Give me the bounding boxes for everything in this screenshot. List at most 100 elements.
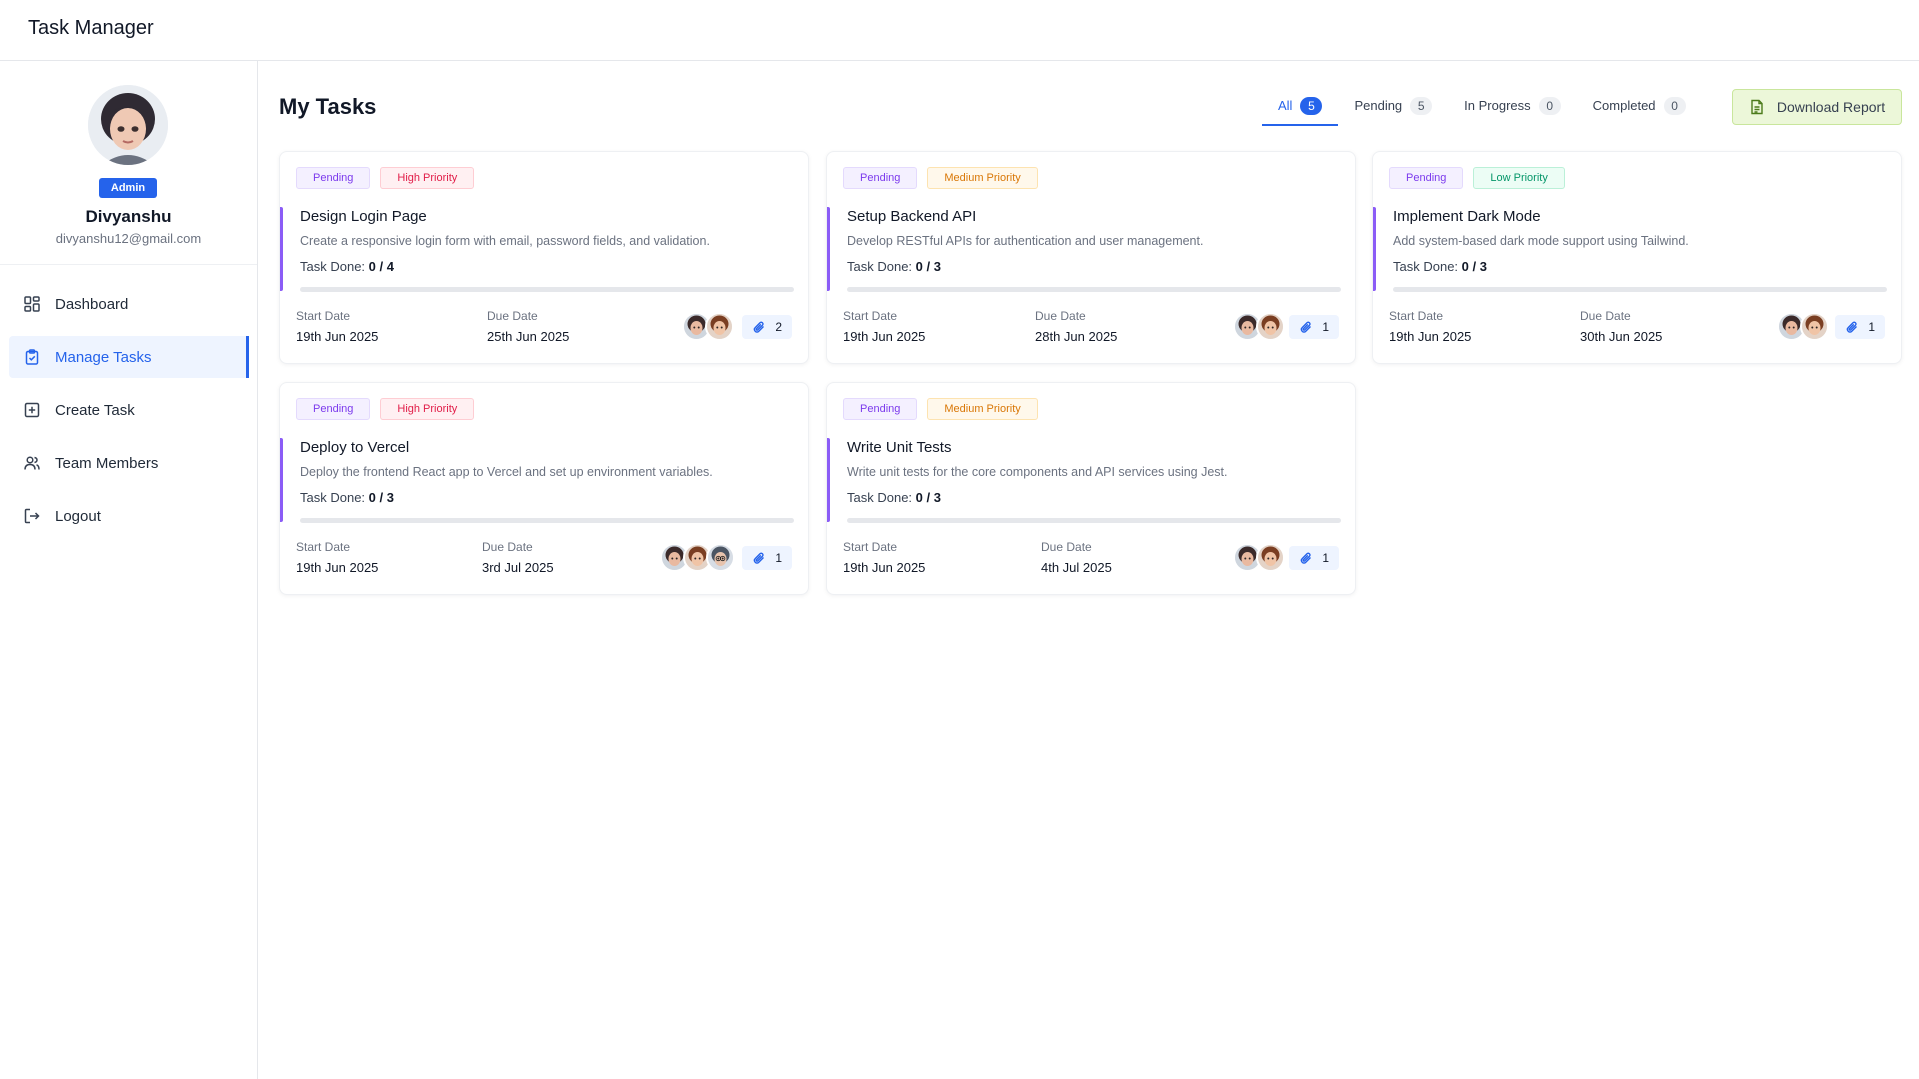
card-accent-bar (827, 207, 830, 291)
paperclip-icon (1845, 320, 1859, 334)
start-date-label: Start Date (296, 309, 351, 323)
user-email: divyanshu12@gmail.com (55, 231, 202, 246)
top-bar: Task Manager (0, 0, 1919, 61)
assignee-avatar[interactable] (705, 312, 734, 341)
start-date: 19th Jun 2025 (1389, 329, 1472, 344)
attachment-count[interactable]: 1 (1835, 315, 1885, 339)
paperclip-icon (752, 320, 766, 334)
task-card[interactable]: Pending High Priority Design Login Page … (279, 151, 809, 364)
download-report-button[interactable]: Download Report (1732, 89, 1902, 125)
tab-all[interactable]: All 5 (1262, 88, 1339, 126)
tab-pending[interactable]: Pending 5 (1338, 88, 1448, 126)
task-description: Add system-based dark mode support using… (1393, 234, 1689, 248)
attachment-count-value: 1 (1322, 320, 1329, 334)
logout-icon (23, 507, 41, 525)
due-date: 30th Jun 2025 (1580, 329, 1663, 344)
sidebar-item-manage-tasks[interactable]: Manage Tasks (9, 336, 249, 378)
sidebar-item-label: Team Members (55, 454, 159, 472)
assignee-avatars (1233, 543, 1285, 572)
assignee-avatar[interactable] (1256, 312, 1285, 341)
paperclip-icon (752, 551, 766, 565)
start-date: 19th Jun 2025 (296, 560, 379, 575)
tab-label: In Progress (1464, 98, 1531, 113)
task-card[interactable]: Pending Low Priority Implement Dark Mode… (1372, 151, 1902, 364)
sidebar-item-dashboard[interactable]: Dashboard (9, 283, 249, 325)
profile-avatar (88, 85, 168, 165)
assignee-avatars (1777, 312, 1829, 341)
task-description: Write unit tests for the core components… (847, 465, 1228, 479)
sidebar: Admin Divyanshu divyanshu12@gmail.com Da… (0, 61, 258, 1079)
attachment-count-value: 1 (1868, 320, 1875, 334)
attachment-count[interactable]: 1 (1289, 546, 1339, 570)
task-title: Design Login Page (300, 208, 427, 225)
priority-badge: Medium Priority (927, 398, 1038, 420)
task-done: Task Done: 0 / 3 (847, 490, 941, 505)
task-title: Write Unit Tests (847, 439, 952, 456)
task-done-value: 0 / 3 (368, 490, 394, 505)
priority-badge: High Priority (380, 167, 475, 189)
tab-label: Completed (1592, 98, 1656, 113)
file-report-icon (1749, 99, 1765, 115)
priority-badge: Medium Priority (927, 167, 1038, 189)
page-title: My Tasks (279, 94, 377, 119)
attachment-count[interactable]: 1 (742, 546, 792, 570)
users-icon (23, 454, 41, 472)
task-done-value: 0 / 3 (1461, 259, 1487, 274)
start-date: 19th Jun 2025 (843, 560, 926, 575)
sidebar-item-logout[interactable]: Logout (9, 495, 249, 537)
attachment-count[interactable]: 1 (1289, 315, 1339, 339)
sidebar-item-label: Manage Tasks (55, 348, 152, 366)
due-date-label: Due Date (1580, 309, 1631, 323)
assignee-avatars (682, 312, 734, 341)
assignee-avatar[interactable] (1256, 543, 1285, 572)
progress-bar (1393, 287, 1887, 292)
assignee-avatar[interactable] (706, 543, 735, 572)
priority-badge: Low Priority (1473, 167, 1565, 189)
task-done: Task Done: 0 / 3 (1393, 259, 1487, 274)
task-card[interactable]: Pending Medium Priority Setup Backend AP… (826, 151, 1356, 364)
due-date: 25th Jun 2025 (487, 329, 570, 344)
card-accent-bar (827, 438, 830, 522)
task-done-label: Task Done: (300, 259, 366, 274)
sidebar-item-create-task[interactable]: Create Task (9, 389, 249, 431)
paperclip-icon (1299, 320, 1313, 334)
sidebar-item-label: Logout (55, 507, 101, 525)
due-date: 3rd Jul 2025 (482, 560, 554, 575)
task-card[interactable]: Pending High Priority Deploy to Vercel D… (279, 382, 809, 595)
task-done-label: Task Done: (847, 490, 913, 505)
card-accent-bar (280, 207, 283, 291)
attachment-count-value: 1 (775, 551, 782, 565)
due-date-label: Due Date (482, 540, 533, 554)
progress-bar (300, 287, 794, 292)
task-description: Deploy the frontend React app to Vercel … (300, 465, 713, 479)
download-report-label: Download Report (1776, 99, 1886, 115)
task-card[interactable]: Pending Medium Priority Write Unit Tests… (826, 382, 1356, 595)
task-done-label: Task Done: (300, 490, 366, 505)
due-date-label: Due Date (1041, 540, 1092, 554)
card-accent-bar (280, 438, 283, 522)
tab-in-progress[interactable]: In Progress 0 (1448, 88, 1576, 126)
due-date: 4th Jul 2025 (1041, 560, 1112, 575)
progress-bar (847, 518, 1341, 523)
task-done-label: Task Done: (847, 259, 913, 274)
status-badge: Pending (843, 167, 918, 189)
sidebar-item-team-members[interactable]: Team Members (9, 442, 249, 484)
attachment-count[interactable]: 2 (742, 315, 792, 339)
assignee-avatars (1233, 312, 1285, 341)
task-description: Create a responsive login form with emai… (300, 234, 710, 248)
task-done: Task Done: 0 / 3 (300, 490, 394, 505)
tab-count: 0 (1538, 97, 1561, 115)
role-badge: Admin (99, 178, 157, 198)
priority-badge: High Priority (380, 398, 475, 420)
tab-completed[interactable]: Completed 0 (1577, 88, 1702, 126)
assignee-avatars (660, 543, 735, 572)
task-done: Task Done: 0 / 3 (847, 259, 941, 274)
start-date: 19th Jun 2025 (843, 329, 926, 344)
app-title: Task Manager (28, 17, 154, 39)
status-badge: Pending (843, 398, 918, 420)
assignee-avatar[interactable] (1800, 312, 1829, 341)
card-accent-bar (1373, 207, 1376, 291)
task-done: Task Done: 0 / 4 (300, 259, 394, 274)
task-title: Setup Backend API (847, 208, 977, 225)
tab-count: 5 (1300, 97, 1323, 115)
